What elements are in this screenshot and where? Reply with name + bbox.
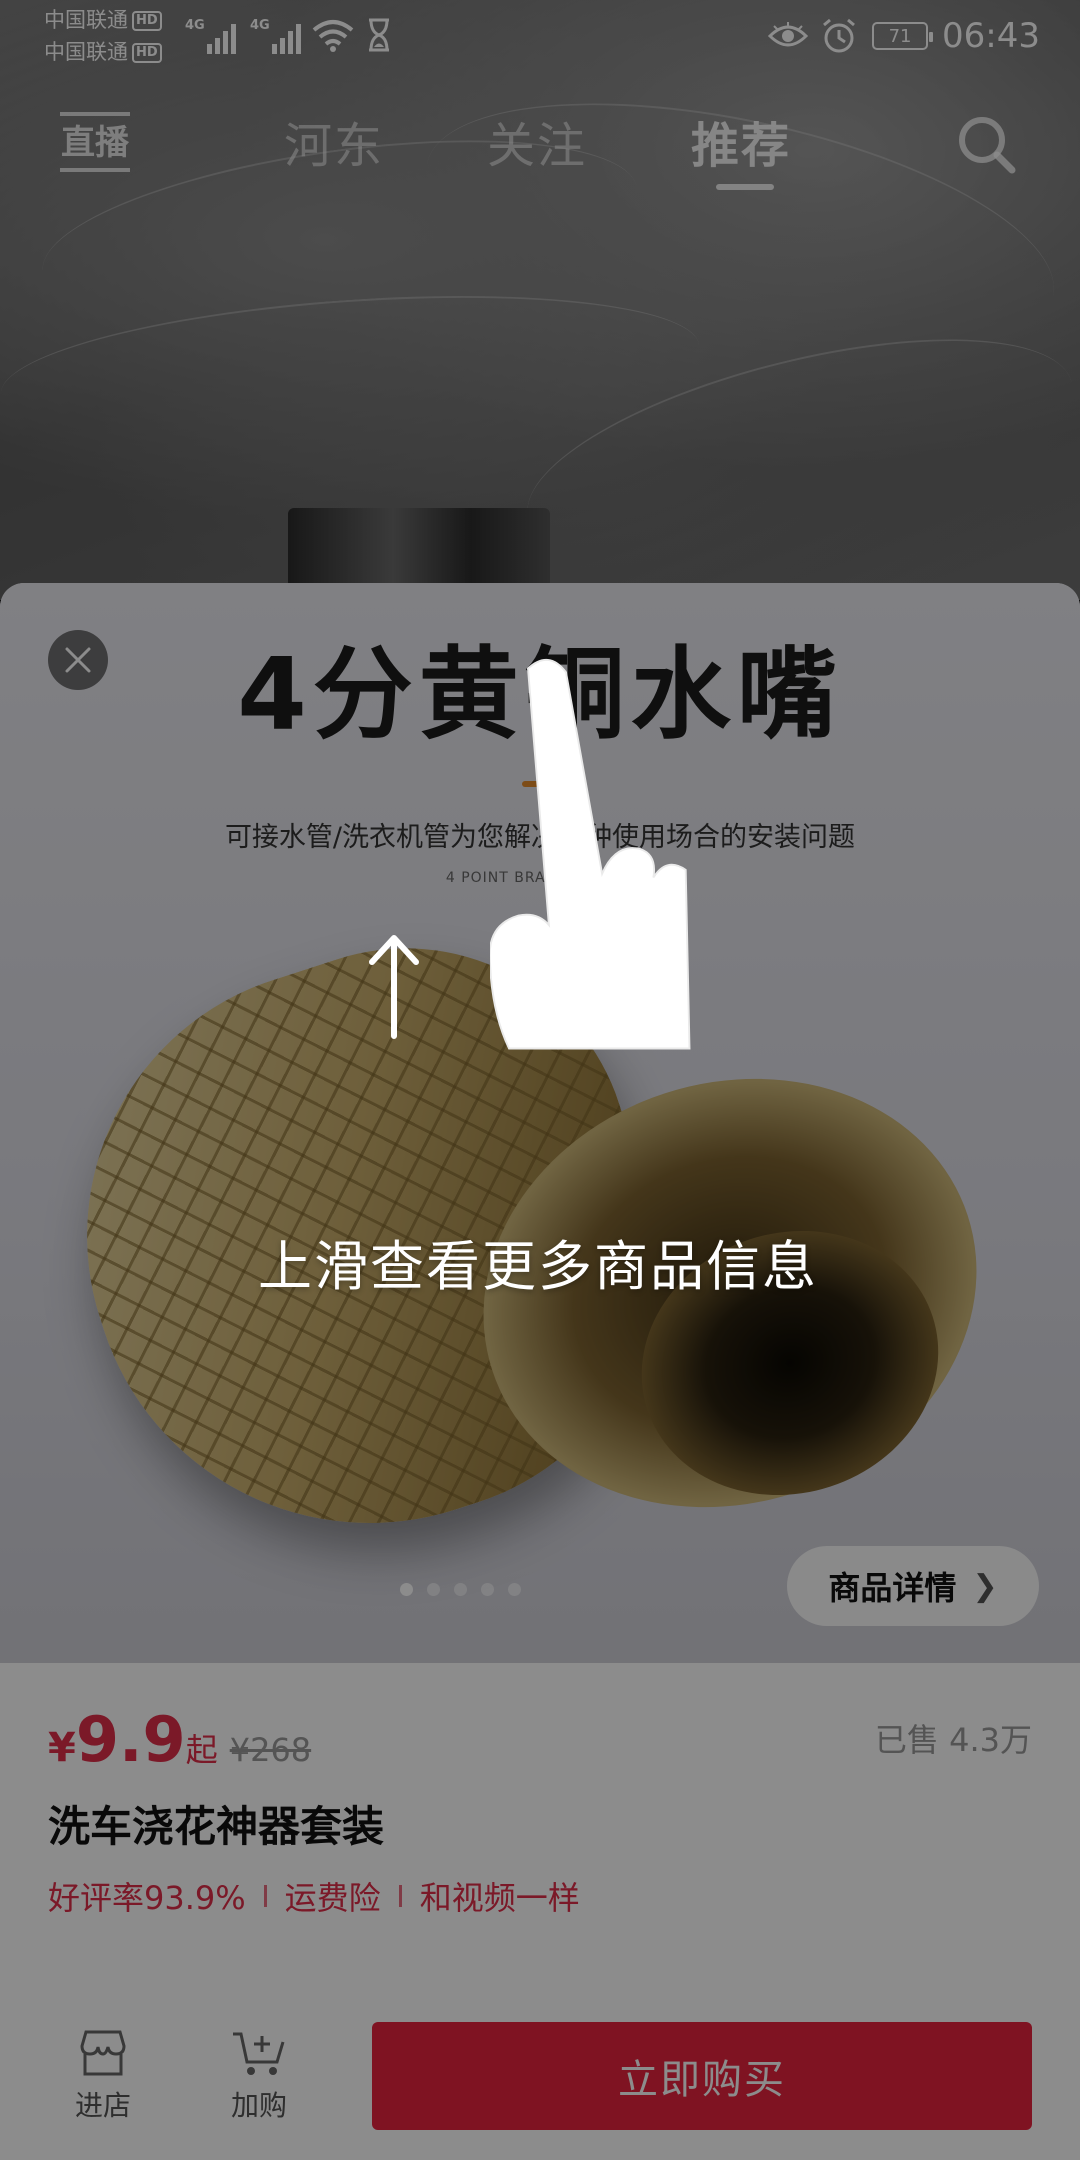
tag-separator <box>263 1885 267 1907</box>
product-detail-label: 商品详情 <box>828 1569 957 1607</box>
carrier-2: 中国联通 HD <box>44 40 162 64</box>
wifi-icon <box>312 20 354 52</box>
product-sheet: 4分黄铜水嘴 可接水管/洗衣机管为您解决各种使用场合的安装问题 4 POINT … <box>0 583 1080 2160</box>
status-bar: 中国联通 HD 中国联通 HD 4G 4G 71 06:43 <box>0 0 1080 70</box>
live-label: 直播 <box>61 123 129 163</box>
original-price: ¥268 <box>229 1731 312 1769</box>
image-subtitle: 可接水管/洗衣机管为您解决各种使用场合的安装问题 <box>224 822 856 853</box>
carrier-1: 中国联通 HD <box>44 8 162 32</box>
chevron-right-icon: ❯ <box>972 1568 998 1604</box>
store-button[interactable]: 进店 <box>48 2028 158 2124</box>
search-icon[interactable] <box>952 110 1020 178</box>
top-nav: 直播 河东 关注 推荐 <box>0 98 1080 190</box>
tab-hedong[interactable]: 河东 <box>284 106 384 176</box>
product-name[interactable]: 洗车浇花神器套装 <box>48 1793 384 1854</box>
tag-shipping-insurance: 运费险 <box>284 1879 381 1917</box>
carousel-dot <box>507 1583 521 1596</box>
add-to-cart-button[interactable]: 加购 <box>204 2028 314 2124</box>
bottom-action-bar: 进店 加购 立即购买 <box>0 1968 1080 2158</box>
tag-separator <box>398 1885 402 1907</box>
tag-same-as-video: 和视频一样 <box>419 1879 580 1917</box>
signal-1-icon: 4G <box>185 16 241 54</box>
carrier-1-name: 中国联通 <box>44 8 128 32</box>
hd-badge-2: HD <box>132 43 162 63</box>
network-1-label: 4G <box>185 18 205 33</box>
eye-comfort-icon <box>768 22 809 47</box>
tag-rating: 好评率93.9% <box>48 1879 246 1917</box>
signal-2-icon: 4G <box>250 16 306 54</box>
cart-add-icon <box>233 2032 285 2075</box>
background-faucet <box>288 508 550 588</box>
tab-recommend[interactable]: 推荐 <box>691 106 791 176</box>
image-title-dash <box>522 781 568 787</box>
cart-label: 加购 <box>230 2089 287 2122</box>
image-english-caption: 4 POINT BRASS NOZZLE <box>445 870 635 886</box>
sold-count: 已售 4.3万 <box>874 1721 1032 1759</box>
battery-level: 71 <box>888 25 912 47</box>
carousel-dot <box>453 1583 467 1596</box>
price-symbol: ¥ <box>48 1725 76 1771</box>
carousel-dot <box>480 1583 494 1596</box>
close-icon <box>65 647 91 673</box>
live-button[interactable]: 直播 <box>60 112 130 172</box>
price-suffix: 起 <box>185 1731 218 1769</box>
store-icon <box>80 2030 126 2076</box>
alarm-icon <box>823 18 855 53</box>
network-2-label: 4G <box>250 18 270 33</box>
store-label: 进店 <box>74 2089 131 2122</box>
buy-now-button[interactable]: 立即购买 <box>372 2022 1032 2130</box>
hd-badge-1: HD <box>132 11 162 31</box>
product-tags: 好评率93.9% 运费险 和视频一样 <box>48 1873 580 1919</box>
status-right: 71 06:43 <box>768 14 1040 58</box>
tab-following[interactable]: 关注 <box>487 106 587 176</box>
background-video <box>0 0 1080 606</box>
carousel-dot <box>399 1583 413 1596</box>
product-image-carousel[interactable]: 4分黄铜水嘴 可接水管/洗衣机管为您解决各种使用场合的安装问题 4 POINT … <box>0 583 1080 1663</box>
battery-icon: 71 <box>872 22 934 50</box>
buy-now-label: 立即购买 <box>618 2057 786 2103</box>
price-row: ¥ 9.9 起 ¥268 <box>48 1703 311 1776</box>
clock: 06:43 <box>942 16 1040 56</box>
hourglass-icon <box>369 18 389 52</box>
product-detail-button[interactable]: 商品详情 ❯ <box>787 1546 1039 1626</box>
image-title: 4分黄铜水嘴 <box>237 636 843 753</box>
carrier-2-name: 中国联通 <box>44 40 128 64</box>
close-button[interactable] <box>48 630 108 690</box>
price-value: 9.9 <box>75 1703 186 1776</box>
active-tab-indicator <box>716 184 774 190</box>
carousel-dot <box>426 1583 440 1596</box>
